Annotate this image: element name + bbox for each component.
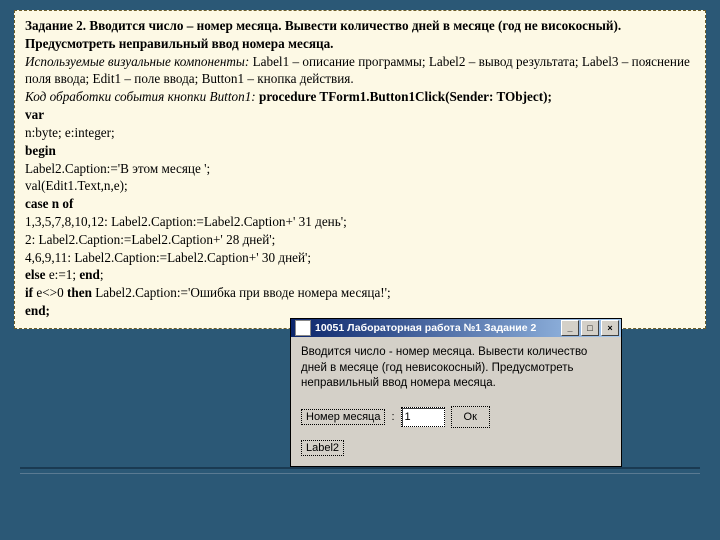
ok-button[interactable]: Ок xyxy=(451,406,490,428)
window-title: 10051 Лабораторная работа №1 Задание 2 xyxy=(315,322,561,334)
minimize-button[interactable]: _ xyxy=(561,320,579,336)
handler-line: Код обработки события кнопки Button1: pr… xyxy=(25,88,695,106)
app-icon xyxy=(295,320,311,336)
handler-signature: procedure TForm1.Button1Click(Sender: TO… xyxy=(256,89,552,104)
result-label: Label2 xyxy=(301,440,344,456)
titlebar[interactable]: 10051 Лабораторная работа №1 Задание 2 _… xyxy=(291,319,621,337)
month-input[interactable]: 1 xyxy=(401,407,445,427)
code-l6: case n of xyxy=(25,195,695,213)
handler-label: Код обработки события кнопки Button1: xyxy=(25,89,256,104)
task-title-prefix: Задание 2. xyxy=(25,18,86,33)
input-caption-label: Номер месяца xyxy=(301,409,385,425)
code-l5: val(Edit1.Text,n,e); xyxy=(25,177,695,195)
task-code-box: Задание 2. Вводится число – номер месяца… xyxy=(14,10,706,329)
close-button[interactable]: × xyxy=(601,320,619,336)
task-title: Задание 2. Вводится число – номер месяца… xyxy=(25,17,695,53)
maximize-button[interactable]: □ xyxy=(581,320,599,336)
code-var: var xyxy=(25,106,695,124)
code-l9: 4,6,9,11: Label2.Caption:=Label2.Caption… xyxy=(25,249,695,267)
code-l7: 1,3,5,7,8,10,12: Label2.Caption:=Label2.… xyxy=(25,213,695,231)
divider-line xyxy=(20,467,700,474)
program-description-label: Вводится число - номер месяца. Вывести к… xyxy=(301,345,611,392)
components-line: Используемые визуальные компоненты: Labe… xyxy=(25,53,695,89)
code-decl: n:byte; e:integer; xyxy=(25,124,695,142)
task-title-body: Вводится число – номер месяца. Вывести к… xyxy=(25,18,621,51)
app-window: 10051 Лабораторная работа №1 Задание 2 _… xyxy=(290,318,622,467)
code-begin: begin xyxy=(25,142,695,160)
code-l11: if e<>0 then Label2.Caption:='Ошибка при… xyxy=(25,284,695,302)
components-label: Используемые визуальные компоненты: xyxy=(25,54,249,69)
code-l4: Label2.Caption:='В этом месяце '; xyxy=(25,160,695,178)
code-l10: else e:=1; end; xyxy=(25,266,695,284)
code-l8: 2: Label2.Caption:=Label2.Caption+' 28 д… xyxy=(25,231,695,249)
